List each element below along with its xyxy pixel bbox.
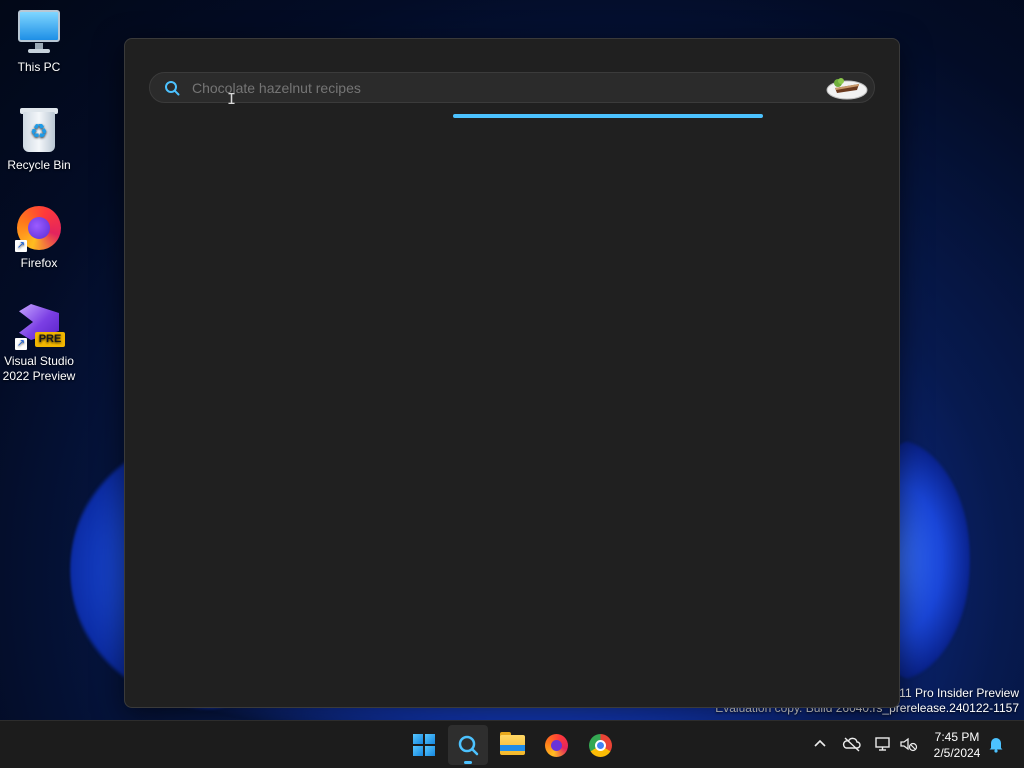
preview-badge: PRE xyxy=(35,332,65,347)
taskbar-search-button[interactable] xyxy=(448,725,488,765)
windows-watermark-edition: s 11 Pro Insider Preview xyxy=(889,686,1019,700)
taskbar-chrome[interactable] xyxy=(580,725,620,765)
cloud-offline-icon[interactable] xyxy=(841,733,863,755)
shortcut-arrow-icon: ↗ xyxy=(15,338,27,350)
desktop-icon-recycle-bin[interactable]: ♻ Recycle Bin xyxy=(0,106,78,173)
recycle-bin-icon: ♻ xyxy=(15,106,63,154)
search-icon xyxy=(458,735,479,756)
desktop-icon-label: This PC xyxy=(17,60,61,74)
visual-studio-icon: PRE ↗ xyxy=(15,302,65,350)
search-box[interactable] xyxy=(149,72,875,103)
desktop-icon-label: Firefox xyxy=(20,256,58,270)
dessert-dish-icon xyxy=(826,78,868,100)
search-input[interactable] xyxy=(192,73,812,102)
windows-logo-icon xyxy=(413,734,435,756)
search-panel: I xyxy=(124,38,900,708)
taskbar-firefox[interactable] xyxy=(536,725,576,765)
taskbar-file-explorer[interactable] xyxy=(492,725,532,765)
volume-muted-icon[interactable] xyxy=(897,733,919,755)
network-icon[interactable] xyxy=(872,733,894,755)
monitor-icon xyxy=(15,8,63,56)
system-clock[interactable]: 7:45 PM 2/5/2024 xyxy=(925,729,989,761)
desktop-icon-label: Visual Studio 2022 Preview xyxy=(2,354,76,383)
desktop-icon-this-pc[interactable]: This PC xyxy=(0,8,78,75)
taskbar: 7:45 PM 2/5/2024 xyxy=(0,720,1024,768)
search-icon xyxy=(165,81,180,96)
clock-time: 7:45 PM xyxy=(934,730,980,744)
firefox-icon: ↗ xyxy=(15,204,63,252)
clock-date: 2/5/2024 xyxy=(933,746,981,760)
loading-progress-bar xyxy=(453,114,763,118)
shortcut-arrow-icon: ↗ xyxy=(15,240,27,252)
notification-bell-icon[interactable] xyxy=(985,733,1007,755)
desktop-icon-label: Recycle Bin xyxy=(7,158,71,172)
desktop-icon-firefox[interactable]: ↗ Firefox xyxy=(0,204,78,271)
text-cursor-icon: I xyxy=(227,90,237,108)
chevron-up-icon[interactable] xyxy=(809,733,831,755)
progress-fill xyxy=(453,114,763,118)
desktop-icon-visual-studio[interactable]: PRE ↗ Visual Studio 2022 Preview xyxy=(0,302,78,384)
start-button[interactable] xyxy=(404,725,444,765)
